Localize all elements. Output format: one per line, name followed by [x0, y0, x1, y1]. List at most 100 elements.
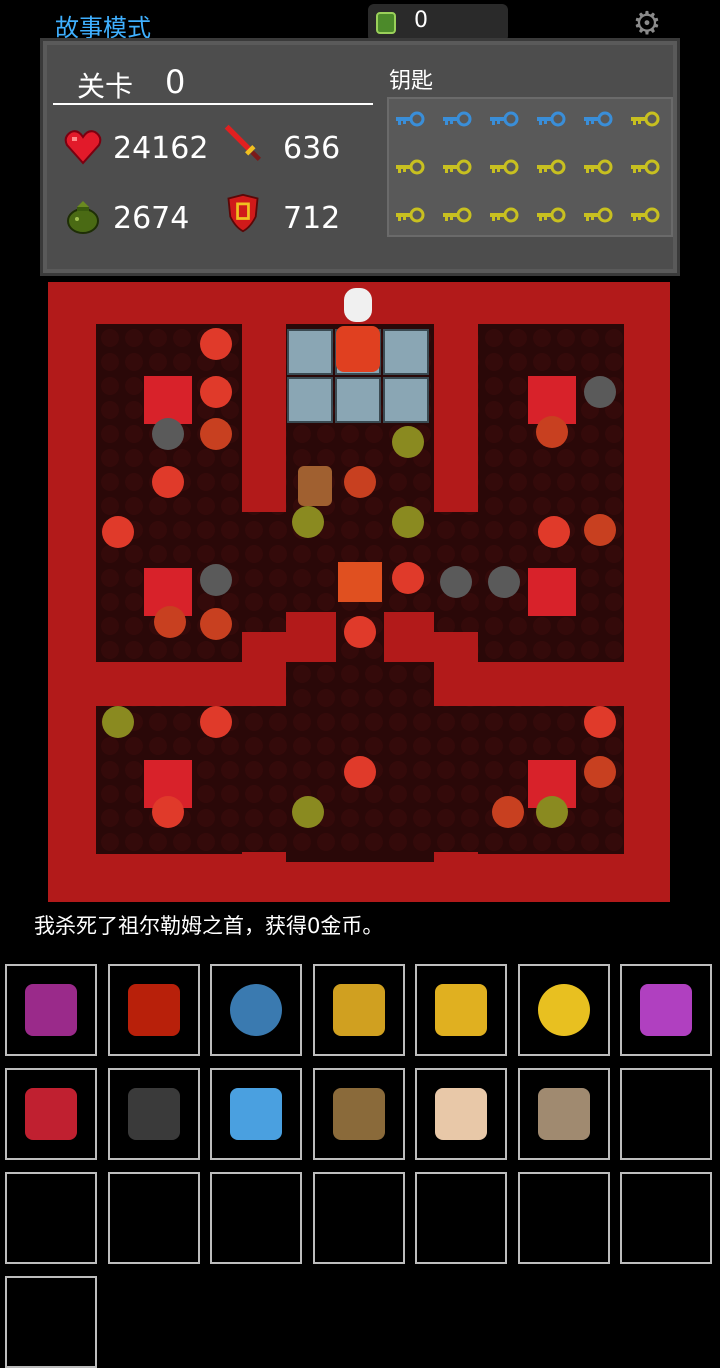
inventory-slot[interactable]	[620, 1068, 712, 1160]
monster-sprite	[392, 562, 424, 594]
monster-sprite	[536, 416, 568, 448]
yellow-key-icon	[443, 207, 472, 223]
monster-sprite	[200, 418, 232, 450]
lava-tile	[144, 376, 192, 424]
lava-bridge	[338, 562, 382, 602]
gargoyle-sprite	[584, 376, 616, 408]
wall-block	[434, 632, 478, 672]
gargoyle-sprite	[152, 418, 184, 450]
inventory-slot[interactable]	[107, 1172, 200, 1264]
dark-hood-icon	[127, 1088, 180, 1140]
inventory-slot[interactable]	[517, 1172, 610, 1264]
monster-sprite	[536, 796, 568, 828]
monster-sprite	[492, 796, 524, 828]
blue-key-icon	[537, 111, 566, 127]
spellbook-icon	[25, 984, 77, 1036]
inventory-slot[interactable]	[620, 964, 712, 1056]
red-staff-icon	[127, 984, 180, 1036]
blue-key-icon	[490, 111, 519, 127]
blue-staff-icon	[332, 984, 385, 1036]
gargoyle-sprite	[440, 566, 472, 598]
inventory-slot[interactable]	[312, 964, 405, 1056]
battle-message: 我杀死了祖尔勒姆之首，获得0金币。	[34, 914, 384, 938]
inventory-slot[interactable]	[5, 1068, 97, 1160]
stairs-up	[344, 288, 372, 322]
inventory-slot[interactable]	[210, 964, 302, 1056]
skull-scroll-icon	[537, 1088, 590, 1140]
yellow-key-icon	[584, 207, 613, 223]
yellow-key-icon	[631, 111, 660, 127]
level-label: 关卡	[77, 70, 134, 103]
yellow-key-icon	[537, 207, 566, 223]
inventory-slot[interactable]	[107, 1068, 200, 1160]
hero-sprite	[298, 466, 332, 506]
blue-gauntlet-icon	[230, 1088, 282, 1140]
iron-door	[287, 377, 333, 423]
inventory-slot[interactable]	[312, 1172, 405, 1264]
crystal-ball-icon	[230, 984, 282, 1036]
inventory-slot[interactable]	[415, 1172, 507, 1264]
wall-block	[286, 612, 336, 662]
inventory-slot[interactable]	[620, 1172, 712, 1264]
inventory-slot[interactable]	[5, 1276, 97, 1368]
wall-block	[242, 282, 286, 512]
monster-sprite	[200, 376, 232, 408]
inventory-slot[interactable]	[415, 964, 507, 1056]
iron-door	[287, 329, 333, 375]
monster-sprite	[200, 328, 232, 360]
iron-door	[383, 377, 429, 423]
monster-sprite	[584, 756, 616, 788]
wall-block	[242, 632, 286, 672]
yellow-key-icon	[396, 159, 425, 175]
inventory-slot[interactable]	[517, 964, 610, 1056]
green-gem-icon	[376, 12, 396, 34]
amulet-icon	[25, 1088, 77, 1140]
yellow-key-icon	[537, 159, 566, 175]
gargoyle-sprite	[200, 564, 232, 596]
coin-count: 0	[414, 8, 428, 33]
yellow-key-icon	[443, 159, 472, 175]
sword-icon	[224, 124, 261, 161]
monster-sprite	[152, 466, 184, 498]
inventory-slot[interactable]	[415, 1068, 507, 1160]
iron-door	[383, 329, 429, 375]
gold-value: 2674	[113, 201, 190, 236]
gargoyle-sprite	[488, 566, 520, 598]
iron-door	[335, 377, 381, 423]
holy-cross-icon	[435, 984, 487, 1036]
status-panel: 关卡 0 24162 636 2674 712 钥匙	[40, 38, 680, 276]
monster-sprite	[584, 514, 616, 546]
amethyst-ring-icon	[640, 984, 692, 1036]
wall-block	[434, 282, 478, 512]
monster-sprite	[292, 796, 324, 828]
inventory-slot[interactable]	[107, 964, 200, 1056]
monster-sprite	[200, 608, 232, 640]
inventory-slot[interactable]	[210, 1172, 302, 1264]
inventory-slot[interactable]	[312, 1068, 405, 1160]
yellow-key-icon	[631, 159, 660, 175]
monster-sprite	[102, 706, 134, 738]
blue-key-icon	[396, 111, 425, 127]
map-canvas	[48, 282, 670, 862]
attack-value: 636	[283, 131, 341, 166]
inventory-slot[interactable]	[5, 964, 97, 1056]
pickaxe-icon	[332, 1088, 385, 1140]
divider	[53, 103, 373, 105]
inventory-slot[interactable]	[5, 1172, 97, 1264]
hp-value: 24162	[113, 131, 209, 166]
gear-icon[interactable]: ⚙	[630, 6, 664, 40]
lava-tile	[528, 568, 576, 616]
money-bag-icon	[67, 201, 99, 234]
heart-icon	[64, 130, 102, 165]
gold-coin-icon	[537, 984, 590, 1036]
inventory-slot[interactable]	[210, 1068, 302, 1160]
level-value: 0	[165, 63, 186, 101]
keys-label: 钥匙	[389, 69, 434, 94]
dungeon-map[interactable]	[48, 282, 670, 902]
yellow-key-icon	[490, 159, 519, 175]
key-inventory	[387, 97, 673, 237]
monster-sprite	[102, 516, 134, 548]
magic-scroll-icon	[435, 1088, 487, 1140]
inventory-slot[interactable]	[517, 1068, 610, 1160]
yellow-key-icon	[584, 159, 613, 175]
